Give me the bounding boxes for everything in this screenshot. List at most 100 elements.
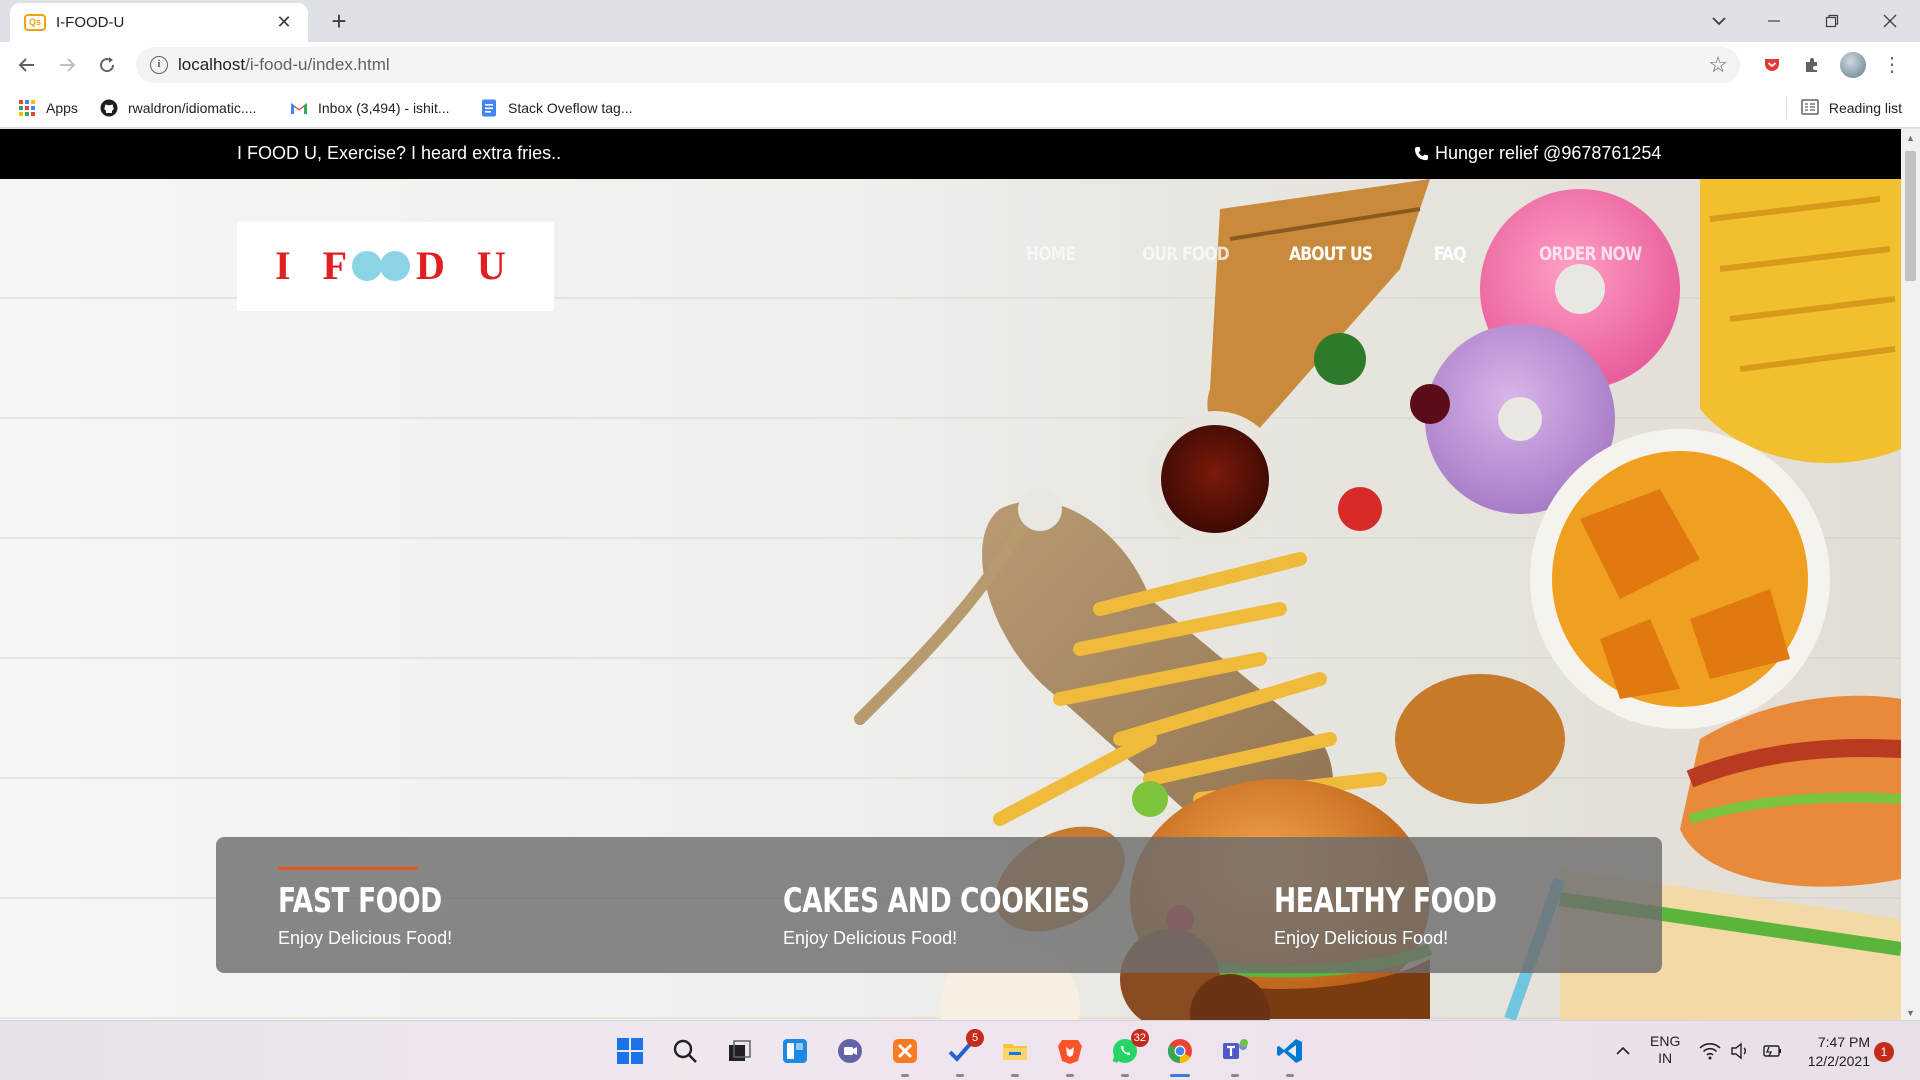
clock-date: 12/2/2021 [1807, 1053, 1870, 1069]
xampp-icon[interactable] [887, 1033, 923, 1077]
new-tab-button[interactable]: + [324, 6, 354, 36]
minimize-button[interactable] [1745, 0, 1803, 42]
bookmark-github[interactable]: rwaldron/idiomatic.... [100, 97, 256, 119]
task-view-icon[interactable] [722, 1033, 758, 1069]
bookmarks-bar: Apps rwaldron/idiomatic.... Inbox (3,494… [0, 88, 1920, 128]
running-indicator [1011, 1074, 1019, 1077]
site-phone[interactable]: Hunger relief @9678761254 [1414, 143, 1661, 164]
page-viewport: I FOOD U, Exercise? I heard extra fries.… [0, 129, 1901, 1020]
bookmark-apps[interactable]: Apps [18, 97, 78, 119]
show-hidden-icons-chevron-icon[interactable] [1605, 1033, 1641, 1069]
bookmark-separator [1785, 97, 1787, 119]
docs-icon [480, 99, 498, 117]
chrome-icon[interactable] [1162, 1033, 1198, 1077]
whatsapp-icon[interactable]: 32 [1107, 1029, 1149, 1077]
brave-browser-icon[interactable] [1052, 1033, 1088, 1077]
site-top-bar: I FOOD U, Exercise? I heard extra fries.… [0, 129, 1901, 179]
site-favicon-icon: Qs [24, 14, 46, 31]
github-icon [100, 99, 118, 117]
widgets-icon[interactable] [777, 1033, 813, 1069]
battery-icon[interactable] [1754, 1033, 1790, 1069]
logo-letter: F [322, 243, 354, 288]
logo-letter: D [416, 243, 451, 288]
nav-about-us[interactable]: ABOUT US [1289, 243, 1373, 265]
todo-badge: 5 [966, 1029, 984, 1047]
file-explorer-icon[interactable] [997, 1033, 1033, 1077]
restore-button[interactable] [1803, 0, 1861, 42]
bookmark-stackoverflow[interactable]: Stack Oveflow tag... [480, 97, 633, 119]
start-windows-icon[interactable] [612, 1033, 648, 1069]
site-info-icon[interactable]: i [150, 56, 168, 74]
teams-icon[interactable] [1217, 1033, 1253, 1077]
reading-list-icon [1801, 98, 1819, 118]
tab-strip: Qs I-FOOD-U ✕ + [0, 0, 1920, 42]
apps-grid-icon [18, 99, 36, 117]
running-indicator [1066, 1074, 1074, 1077]
address-bar[interactable]: i localhost/i-food-u/index.html ☆ [136, 47, 1740, 83]
os-taskbar: 5 32 ENG IN 7:47 PM 12/2/2021 1 [0, 1020, 1920, 1080]
nav-order-now[interactable]: ORDER NOW [1539, 243, 1642, 265]
running-indicator [1121, 1074, 1129, 1077]
bookmark-label: Inbox (3,494) - ishit... [318, 100, 450, 116]
close-window-button[interactable] [1861, 0, 1919, 42]
tab-close-icon[interactable]: ✕ [272, 10, 296, 34]
logo-letter: I [275, 243, 297, 288]
todo-icon[interactable]: 5 [942, 1029, 984, 1077]
card-title-healthy-food[interactable]: HEALTHY FOOD [1274, 881, 1497, 921]
teams-chat-icon[interactable] [832, 1033, 868, 1069]
page-scrollbar[interactable]: ▲ ▼ [1901, 129, 1920, 1020]
pocket-extension-icon[interactable] [1760, 53, 1784, 77]
nav-our-food[interactable]: OUR FOOD [1142, 243, 1230, 265]
active-card-accent [278, 867, 418, 870]
notification-count-badge[interactable]: 1 [1874, 1042, 1894, 1062]
hero-banner: I F D U HOME OUR FOOD ABOUT US FAQ ORDER… [0, 179, 1901, 1020]
site-logo[interactable]: I F D U [237, 222, 554, 311]
region-code: IN [1658, 1050, 1673, 1066]
input-language[interactable]: ENG IN [1650, 1033, 1680, 1067]
browser-tab[interactable]: Qs I-FOOD-U ✕ [10, 3, 308, 42]
whatsapp-badge: 32 [1130, 1029, 1149, 1047]
bookmark-label: Stack Oveflow tag... [508, 100, 633, 116]
category-panel: FAST FOOD Enjoy Delicious Food! CAKES AN… [216, 837, 1662, 973]
reading-list-label: Reading list [1828, 100, 1902, 116]
active-indicator [1170, 1074, 1190, 1077]
vscode-icon[interactable] [1272, 1033, 1308, 1077]
back-button[interactable] [12, 50, 42, 80]
reload-button[interactable] [92, 50, 122, 80]
phone-icon [1414, 146, 1429, 161]
nav-home[interactable]: HOME [1026, 243, 1076, 265]
running-indicator [956, 1074, 964, 1077]
card-subtitle: Enjoy Delicious Food! [783, 928, 958, 948]
logo-o-circle-icon [352, 250, 383, 281]
logo-letter: U [476, 243, 512, 288]
nav-faq[interactable]: FAQ [1434, 243, 1467, 265]
card-title-cakes-cookies[interactable]: CAKES AND COOKIES [783, 881, 1090, 921]
search-icon[interactable] [667, 1033, 703, 1069]
bookmark-star-icon[interactable]: ☆ [1708, 52, 1728, 78]
scrollbar-thumb[interactable] [1905, 151, 1916, 281]
forward-button[interactable] [52, 50, 82, 80]
bookmark-gmail[interactable]: Inbox (3,494) - ishit... [290, 97, 450, 119]
clock-time: 7:47 PM [1817, 1034, 1870, 1050]
tab-search-chevron-icon[interactable] [1706, 8, 1732, 34]
bookmark-label: Apps [46, 100, 78, 116]
profile-avatar[interactable] [1840, 52, 1866, 78]
reading-list-button[interactable]: Reading list [1785, 97, 1902, 119]
tab-title: I-FOOD-U [56, 14, 125, 31]
logo-wordmark: I F D U [275, 242, 512, 289]
phone-text: Hunger relief @9678761254 [1435, 143, 1662, 163]
scroll-up-arrow-icon[interactable]: ▲ [1906, 133, 1915, 143]
extensions-puzzle-icon[interactable] [1800, 53, 1824, 77]
scroll-down-arrow-icon[interactable]: ▼ [1906, 1008, 1915, 1018]
card-subtitle: Enjoy Delicious Food! [278, 928, 453, 948]
browser-menu-icon[interactable]: ⋮ [1882, 52, 1902, 78]
browser-toolbar: i localhost/i-food-u/index.html ☆ ⋮ [0, 42, 1920, 88]
volume-icon[interactable] [1722, 1033, 1758, 1069]
bookmark-label: rwaldron/idiomatic.... [128, 100, 257, 116]
card-subtitle: Enjoy Delicious Food! [1274, 928, 1449, 948]
card-title-fast-food[interactable]: FAST FOOD [278, 881, 442, 921]
running-indicator [1286, 1074, 1294, 1077]
running-indicator [1231, 1074, 1239, 1077]
language-code: ENG [1650, 1033, 1681, 1049]
system-clock[interactable]: 7:47 PM 12/2/2021 [1790, 1033, 1870, 1071]
